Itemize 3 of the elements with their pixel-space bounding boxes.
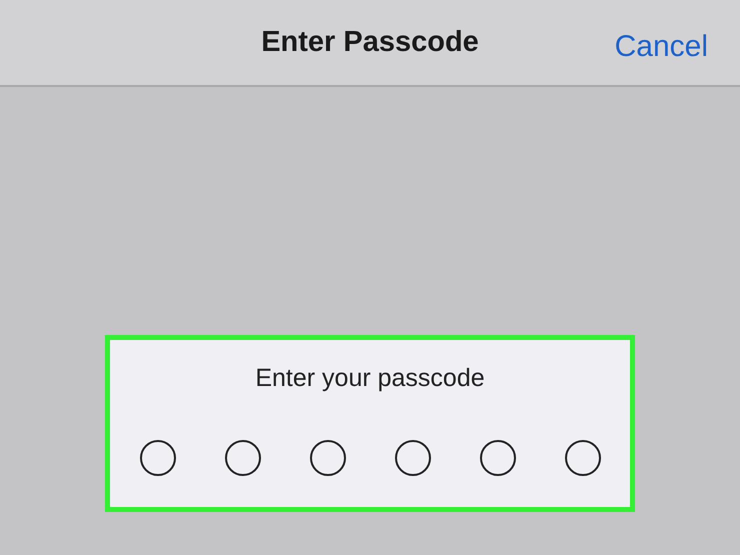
screen-title: Enter Passcode	[261, 24, 479, 60]
passcode-prompt: Enter your passcode	[255, 363, 485, 394]
cancel-button[interactable]: Cancel	[614, 24, 708, 69]
